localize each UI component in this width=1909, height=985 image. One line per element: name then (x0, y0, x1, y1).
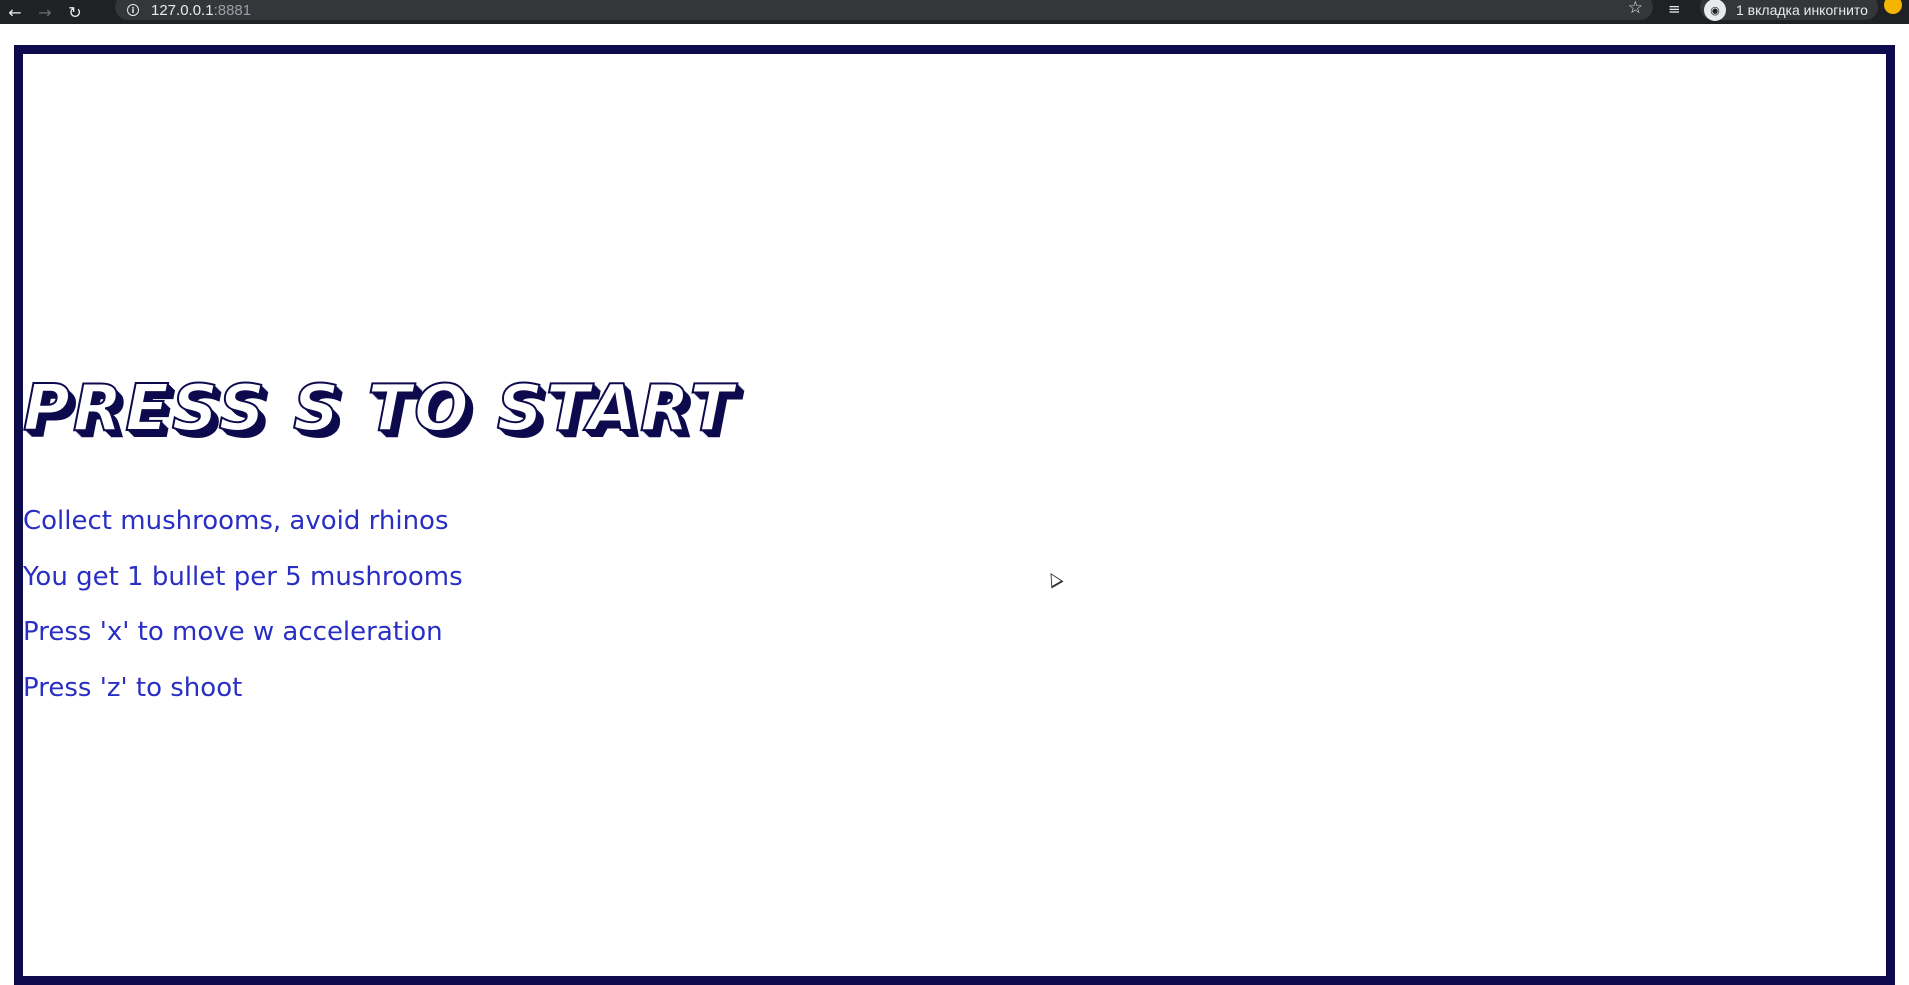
incognito-button[interactable]: ◉ 1 вкладка инкогнито (1700, 0, 1878, 21)
forward-icon[interactable]: → (30, 0, 60, 24)
bookmark-star-icon[interactable]: ☆ (1628, 0, 1643, 18)
instruction-item: Press 'x' to move w acceleration (23, 617, 443, 647)
browser-toolbar: ← → ↻ i 127.0.0.1:8881 ☆ ≡ ◉ 1 вкладка и… (0, 0, 1909, 24)
profile-icon[interactable] (1884, 0, 1902, 14)
reading-list-icon[interactable]: ≡ (1668, 0, 1690, 18)
back-icon[interactable]: ← (0, 0, 30, 24)
instruction-item: Press 'z' to shoot (23, 672, 243, 703)
instruction-item: Collect mushrooms, avoid rhinos (23, 506, 449, 536)
url-port: :8881 (213, 1, 252, 19)
reload-icon[interactable]: ↻ (60, 0, 90, 24)
incognito-label: 1 вкладка инкогнито (1736, 2, 1868, 18)
instructions-list: Collect mushrooms, avoid rhinos You get … (23, 499, 1886, 721)
address-bar[interactable]: i 127.0.0.1:8881 ☆ (115, 0, 1653, 20)
info-icon[interactable]: i (127, 4, 139, 16)
url-text[interactable]: 127.0.0.1:8881 (151, 2, 251, 19)
start-title: Press s to start (22, 371, 737, 447)
url-host: 127.0.0.1 (151, 1, 214, 19)
instruction-item: You get 1 bullet per 5 mushrooms (23, 561, 463, 592)
game-canvas[interactable]: Press s to start Collect mushrooms, avoi… (14, 45, 1895, 985)
incognito-icon: ◉ (1704, 0, 1726, 21)
